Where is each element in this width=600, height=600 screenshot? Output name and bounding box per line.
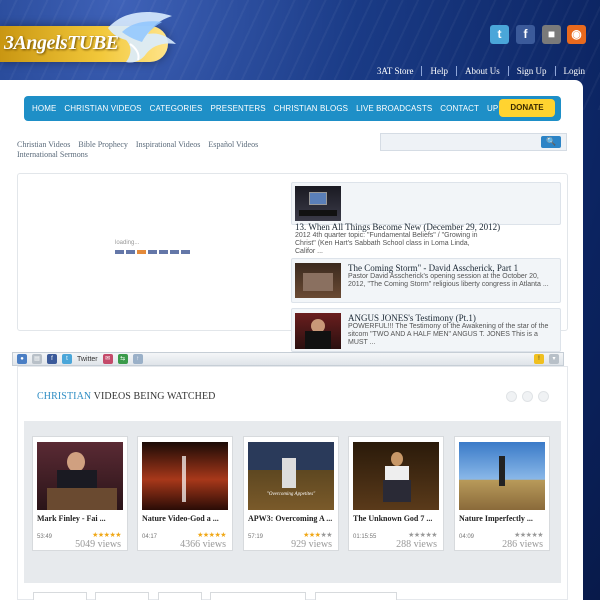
featured-desc: Pastor David Asscherick's opening sessio… <box>348 273 549 288</box>
email-icon[interactable]: ✉ <box>102 354 113 364</box>
featured-thumbnail <box>295 186 341 221</box>
video-thumbnail <box>353 442 439 510</box>
featured-item[interactable]: The Coming Storm" - David Asscherick, Pa… <box>291 258 561 303</box>
category-link[interactable]: Bible Prophecy <box>78 140 128 149</box>
video-thumbnail: "Overcoming Appetites" <box>248 442 334 510</box>
share-toolbar: ● ▤ f t Twitter ✉ ⇆ ↑ ! ▾ <box>12 352 564 366</box>
view-count: 4366 views <box>180 539 226 550</box>
video-card[interactable]: "Overcoming Appetites" APW3: Overcoming … <box>243 436 339 551</box>
loading-text: loading... <box>115 240 140 246</box>
twitter-share-label[interactable]: Twitter <box>77 356 98 363</box>
video-card[interactable]: The Unknown God 7 ... 01:15:55 ★★★★★ 288… <box>348 436 444 551</box>
search-icon[interactable]: 🔍 <box>541 136 561 148</box>
menu-home[interactable]: HOME <box>28 104 60 113</box>
top-links: 3AT Store Help About Us Sign Up Login <box>369 66 585 76</box>
video-title[interactable]: The Unknown God 7 ... <box>353 514 445 523</box>
video-title[interactable]: Nature Video-God a ... <box>142 514 234 523</box>
view-count: 288 views <box>396 539 437 550</box>
featured-desc: 2012 4th quarter topic: "Fundamental Bel… <box>295 232 478 255</box>
main-menu: HOME CHRISTIAN VIDEOS CATEGORIES PRESENT… <box>24 96 561 121</box>
bookmark-icon[interactable]: ▤ <box>32 354 42 364</box>
link-help[interactable]: Help <box>422 66 457 76</box>
view-count: 286 views <box>502 539 543 550</box>
category-link[interactable]: Christian Videos <box>17 140 70 149</box>
category-link[interactable]: International Sermons <box>17 150 88 159</box>
category-link[interactable]: Español Videos <box>208 140 258 149</box>
video-thumbnail <box>142 442 228 510</box>
video-duration: 04:09 <box>459 534 475 540</box>
featured-item[interactable]: ANGUS JONES's Testimony (Pt.1) POWERFUL!… <box>291 308 561 352</box>
view-count: 929 views <box>291 539 332 550</box>
share-icon[interactable]: ⇆ <box>117 354 128 364</box>
category-link[interactable]: Inspirational Videos <box>136 140 200 149</box>
rating-stars: ★★★★★ <box>197 532 226 539</box>
link-login[interactable]: Login <box>556 66 586 76</box>
bottom-tab[interactable] <box>95 592 149 600</box>
link-store[interactable]: 3AT Store <box>369 66 423 76</box>
collapse-icon[interactable]: ▾ <box>549 354 559 364</box>
donate-button[interactable]: DONATE <box>499 99 555 117</box>
video-duration: 04:17 <box>142 534 158 540</box>
carousel-dot[interactable] <box>538 391 549 402</box>
search-box: 🔍 <box>380 133 567 152</box>
video-title[interactable]: Nature Imperfectly ... <box>459 514 551 523</box>
section-title: CHRISTIAN VIDEOS BEING WATCHED <box>37 391 216 402</box>
search-input[interactable] <box>381 136 531 152</box>
menu-christian-videos[interactable]: CHRISTIAN VIDEOS <box>60 104 145 113</box>
video-card[interactable]: Nature Video-God a ... 04:17 ★★★★★ 4366 … <box>137 436 233 551</box>
link-signup[interactable]: Sign Up <box>509 66 556 76</box>
thumbnail-caption: "Overcoming Appetites" <box>266 492 316 497</box>
view-count: 5049 views <box>75 539 121 550</box>
menu-contact[interactable]: CONTACT <box>436 104 483 113</box>
menu-christian-blogs[interactable]: CHRISTIAN BLOGS <box>270 104 352 113</box>
video-title[interactable]: APW3: Overcoming A ... <box>248 514 340 523</box>
video-card[interactable]: Mark Finley - Fai ... 53:49 ★★★★★ 5049 v… <box>32 436 128 551</box>
bottom-tab[interactable] <box>315 592 397 600</box>
featured-text: ANGUS JONES's Testimony (Pt.1) POWERFUL!… <box>348 313 558 347</box>
video-thumbnail <box>37 442 123 510</box>
featured-desc: POWERFUL!!! The Testimony of the Awakeni… <box>348 323 549 346</box>
featured-item[interactable] <box>291 182 561 225</box>
carousel-dot[interactable] <box>522 391 533 402</box>
facebook-icon[interactable]: f <box>516 25 535 44</box>
rating-stars: ★★★★★ <box>408 532 437 539</box>
loading-bar <box>115 250 190 254</box>
rss-icon[interactable]: ◉ <box>567 25 586 44</box>
video-duration: 53:49 <box>37 534 53 540</box>
menu-live-broadcasts[interactable]: LIVE BROADCASTS <box>352 104 436 113</box>
link-about[interactable]: About Us <box>457 66 509 76</box>
category-links: Christian Videos Bible Prophecy Inspirat… <box>17 140 317 160</box>
featured-text: 13. When All Things Become New (December… <box>295 222 557 256</box>
twitter-icon[interactable]: t <box>490 25 509 44</box>
rating-stars: ★★★★★ <box>303 532 332 539</box>
up-arrow-icon[interactable]: ↑ <box>132 354 143 364</box>
featured-title[interactable]: The Coming Storm" - David Asscherick, Pa… <box>348 263 558 273</box>
video-duration: 57:19 <box>248 534 264 540</box>
carousel-dots <box>506 391 549 402</box>
facebook-share-icon[interactable]: f <box>47 354 57 364</box>
menu-presenters[interactable]: PRESENTERS <box>206 104 269 113</box>
video-duration: 01:15:55 <box>353 534 377 540</box>
carousel-dot[interactable] <box>506 391 517 402</box>
rating-stars: ★★★★★ <box>514 532 543 539</box>
featured-thumbnail <box>295 313 341 349</box>
warning-icon[interactable]: ! <box>534 354 544 364</box>
video-title[interactable]: Mark Finley - Fai ... <box>37 514 129 523</box>
video-card[interactable]: Nature Imperfectly ... 04:09 ★★★★★ 286 v… <box>454 436 550 551</box>
twitter-share-icon[interactable]: t <box>62 354 72 364</box>
featured-title[interactable]: ANGUS JONES's Testimony (Pt.1) <box>348 313 558 323</box>
featured-thumbnail <box>295 263 341 298</box>
bottom-tab[interactable] <box>158 592 202 600</box>
video-thumbnail <box>459 442 545 510</box>
bottom-tab[interactable] <box>210 592 306 600</box>
globe-icon[interactable]: ● <box>17 354 27 364</box>
bottom-tab[interactable] <box>33 592 87 600</box>
angel-logo-icon <box>108 12 176 63</box>
featured-title[interactable]: 13. When All Things Become New (December… <box>295 222 557 232</box>
rating-stars: ★★★★★ <box>92 532 121 539</box>
featured-text: The Coming Storm" - David Asscherick, Pa… <box>348 263 558 289</box>
delicious-icon[interactable]: ■ <box>542 25 561 44</box>
menu-categories[interactable]: CATEGORIES <box>146 104 207 113</box>
